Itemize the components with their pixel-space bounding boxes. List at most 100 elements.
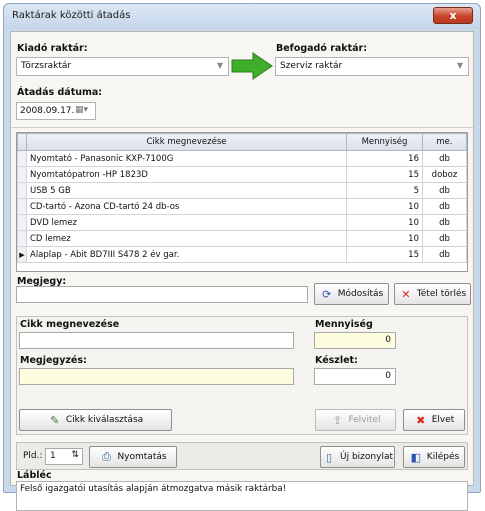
calendar-icon[interactable]: ▦▾ — [75, 105, 91, 117]
exit-button[interactable]: ◧ Kilépés — [403, 446, 465, 468]
row-selector[interactable] — [17, 150, 27, 167]
copies-spinner[interactable]: 1 ⇅ — [45, 448, 83, 465]
cell-quantity: 15 — [346, 246, 423, 263]
remark-input[interactable] — [19, 368, 294, 385]
copies-label: Pld.: — [23, 451, 43, 461]
printer-icon: ⎙ — [102, 450, 111, 463]
print-button[interactable]: ⎙ Nyomtatás — [89, 446, 177, 468]
divider — [11, 127, 473, 128]
table-row[interactable]: ▶ Alaplap - Abit BD7III S478 2 év gar. 15 d… — [17, 246, 467, 263]
delete-item-button-label: Tétel törlés — [416, 289, 467, 299]
stock-label: Készlet: — [315, 355, 358, 366]
table-row[interactable]: CD-tartó - Azona CD-tartó 24 db-os 10 db — [17, 198, 467, 215]
close-button[interactable]: x — [433, 7, 473, 24]
cell-unit: db — [422, 198, 467, 215]
chevron-down-icon: ▼ — [216, 61, 223, 70]
item-entry-panel: Cikk megnevezése Mennyiség 0 Megjegyzés:… — [16, 316, 468, 435]
row-selector[interactable] — [17, 182, 27, 199]
cell-item-name: Alaplap - Abit BD7III S478 2 év gar. — [26, 246, 347, 263]
refresh-icon: ⟳ — [322, 287, 332, 301]
client-area: Kiadó raktár: Törzsraktár ▼ Befogadó rak… — [10, 31, 474, 511]
source-warehouse-label: Kiadó raktár: — [17, 43, 88, 54]
discard-button[interactable]: ✖ Elvet — [403, 409, 465, 431]
row-selector[interactable] — [17, 214, 27, 231]
item-name-label: Cikk megnevezése — [20, 319, 120, 330]
cell-unit: db — [422, 246, 467, 263]
new-document-button-label: Új bizonylat — [340, 452, 393, 462]
exit-door-icon: ◧ — [410, 450, 421, 464]
cell-item-name: USB 5 GB — [26, 182, 347, 199]
stock-value: 0 — [314, 368, 396, 385]
cell-quantity: 10 — [346, 214, 423, 231]
cell-quantity: 16 — [346, 150, 423, 167]
red-x-icon: ✖ — [416, 413, 426, 427]
cell-quantity: 5 — [346, 182, 423, 199]
cell-item-name: Nyomtató - Panasonic KXP-7100G — [26, 150, 347, 167]
record-button[interactable]: ⇪ Felvitel — [315, 409, 396, 431]
record-button-label: Felvitel — [348, 415, 381, 425]
table-row[interactable]: Nyomtatópatron -HP 1823D 15 doboz — [17, 166, 467, 183]
choose-item-button[interactable]: ✎ Cikk kiválasztása — [19, 409, 172, 431]
title-bar[interactable]: Raktárak közötti átadás x — [4, 4, 480, 29]
footer-textarea[interactable]: Felső igazgatói utasítás alapján átmozga… — [16, 481, 468, 511]
quantity-label: Mennyiség — [315, 319, 373, 330]
table-row[interactable]: USB 5 GB 5 db — [17, 182, 467, 199]
spin-arrows-icon[interactable]: ⇅ — [71, 450, 79, 460]
column-header-name[interactable]: Cikk megnevezése — [26, 133, 347, 151]
items-grid[interactable]: Cikk megnevezése Mennyiség me. Nyomtató … — [16, 132, 468, 272]
footer-label: Lábléc — [17, 470, 52, 481]
row-selector-header — [17, 133, 27, 151]
upload-icon: ⇪ — [332, 413, 343, 427]
cell-unit: db — [422, 182, 467, 199]
column-header-unit[interactable]: me. — [422, 133, 467, 151]
note-input[interactable] — [16, 286, 308, 303]
pencil-box-icon: ✎ — [50, 413, 60, 427]
modify-button-label: Módosítás — [337, 289, 384, 299]
cell-item-name: CD lemez — [26, 230, 347, 247]
cell-unit: doboz — [422, 166, 467, 183]
cell-item-name: Nyomtatópatron -HP 1823D — [26, 166, 347, 183]
row-selector[interactable] — [17, 230, 27, 247]
bottom-toolbar: Pld.: 1 ⇅ ⎙ Nyomtatás ▯ Új bizonylat ◧ K… — [16, 442, 468, 470]
table-row[interactable]: CD lemez 10 db — [17, 230, 467, 247]
row-selector[interactable] — [17, 166, 27, 183]
items-table: Cikk megnevezése Mennyiség me. Nyomtató … — [17, 133, 467, 263]
cell-quantity: 10 — [346, 198, 423, 215]
cell-quantity: 10 — [346, 230, 423, 247]
item-name-input[interactable] — [19, 332, 294, 349]
window-title: Raktárak közötti átadás — [12, 10, 131, 21]
column-header-qty[interactable]: Mennyiség — [346, 133, 423, 151]
copies-value: 1 — [50, 451, 56, 461]
transfer-window: Raktárak közötti átadás x Kiadó raktár: … — [3, 3, 481, 511]
row-selector[interactable] — [17, 198, 27, 215]
exit-button-label: Kilépés — [426, 452, 460, 462]
cell-quantity: 15 — [346, 166, 423, 183]
table-row[interactable]: DVD lemez 10 db — [17, 214, 467, 231]
cell-unit: db — [422, 230, 467, 247]
delete-item-button[interactable]: ✕ Tétel törlés — [394, 283, 471, 305]
target-warehouse-select[interactable]: Szerviz raktár ▼ — [275, 57, 469, 76]
discard-button-label: Elvet — [431, 415, 455, 425]
row-selector[interactable]: ▶ — [17, 246, 27, 263]
red-x-icon: ✕ — [401, 287, 411, 301]
source-warehouse-value: Törzsraktár — [21, 61, 72, 71]
cell-unit: db — [422, 150, 467, 167]
transfer-date-picker[interactable]: 2008.09.17. ▦▾ — [16, 102, 96, 120]
new-document-button[interactable]: ▯ Új bizonylat — [320, 446, 395, 468]
cell-item-name: CD-tartó - Azona CD-tartó 24 db-os — [26, 198, 347, 215]
modify-button[interactable]: ⟳ Módosítás — [314, 283, 389, 305]
target-warehouse-value: Szerviz raktár — [280, 61, 343, 71]
remark-label: Megjegyzés: — [20, 355, 87, 366]
source-warehouse-select[interactable]: Törzsraktár ▼ — [16, 57, 229, 76]
document-icon: ▯ — [325, 450, 333, 464]
chevron-down-icon: ▼ — [456, 61, 463, 70]
quantity-input[interactable]: 0 — [314, 332, 396, 349]
transfer-arrow-icon — [231, 52, 273, 80]
target-warehouse-label: Befogadó raktár: — [276, 43, 368, 54]
choose-item-button-label: Cikk kiválasztása — [65, 415, 144, 425]
transfer-date-value: 2008.09.17. — [20, 106, 75, 116]
print-button-label: Nyomtatás — [117, 452, 167, 462]
table-row[interactable]: Nyomtató - Panasonic KXP-7100G 16 db — [17, 150, 467, 167]
cell-item-name: DVD lemez — [26, 214, 347, 231]
transfer-date-label: Átadás dátuma: — [17, 87, 103, 98]
